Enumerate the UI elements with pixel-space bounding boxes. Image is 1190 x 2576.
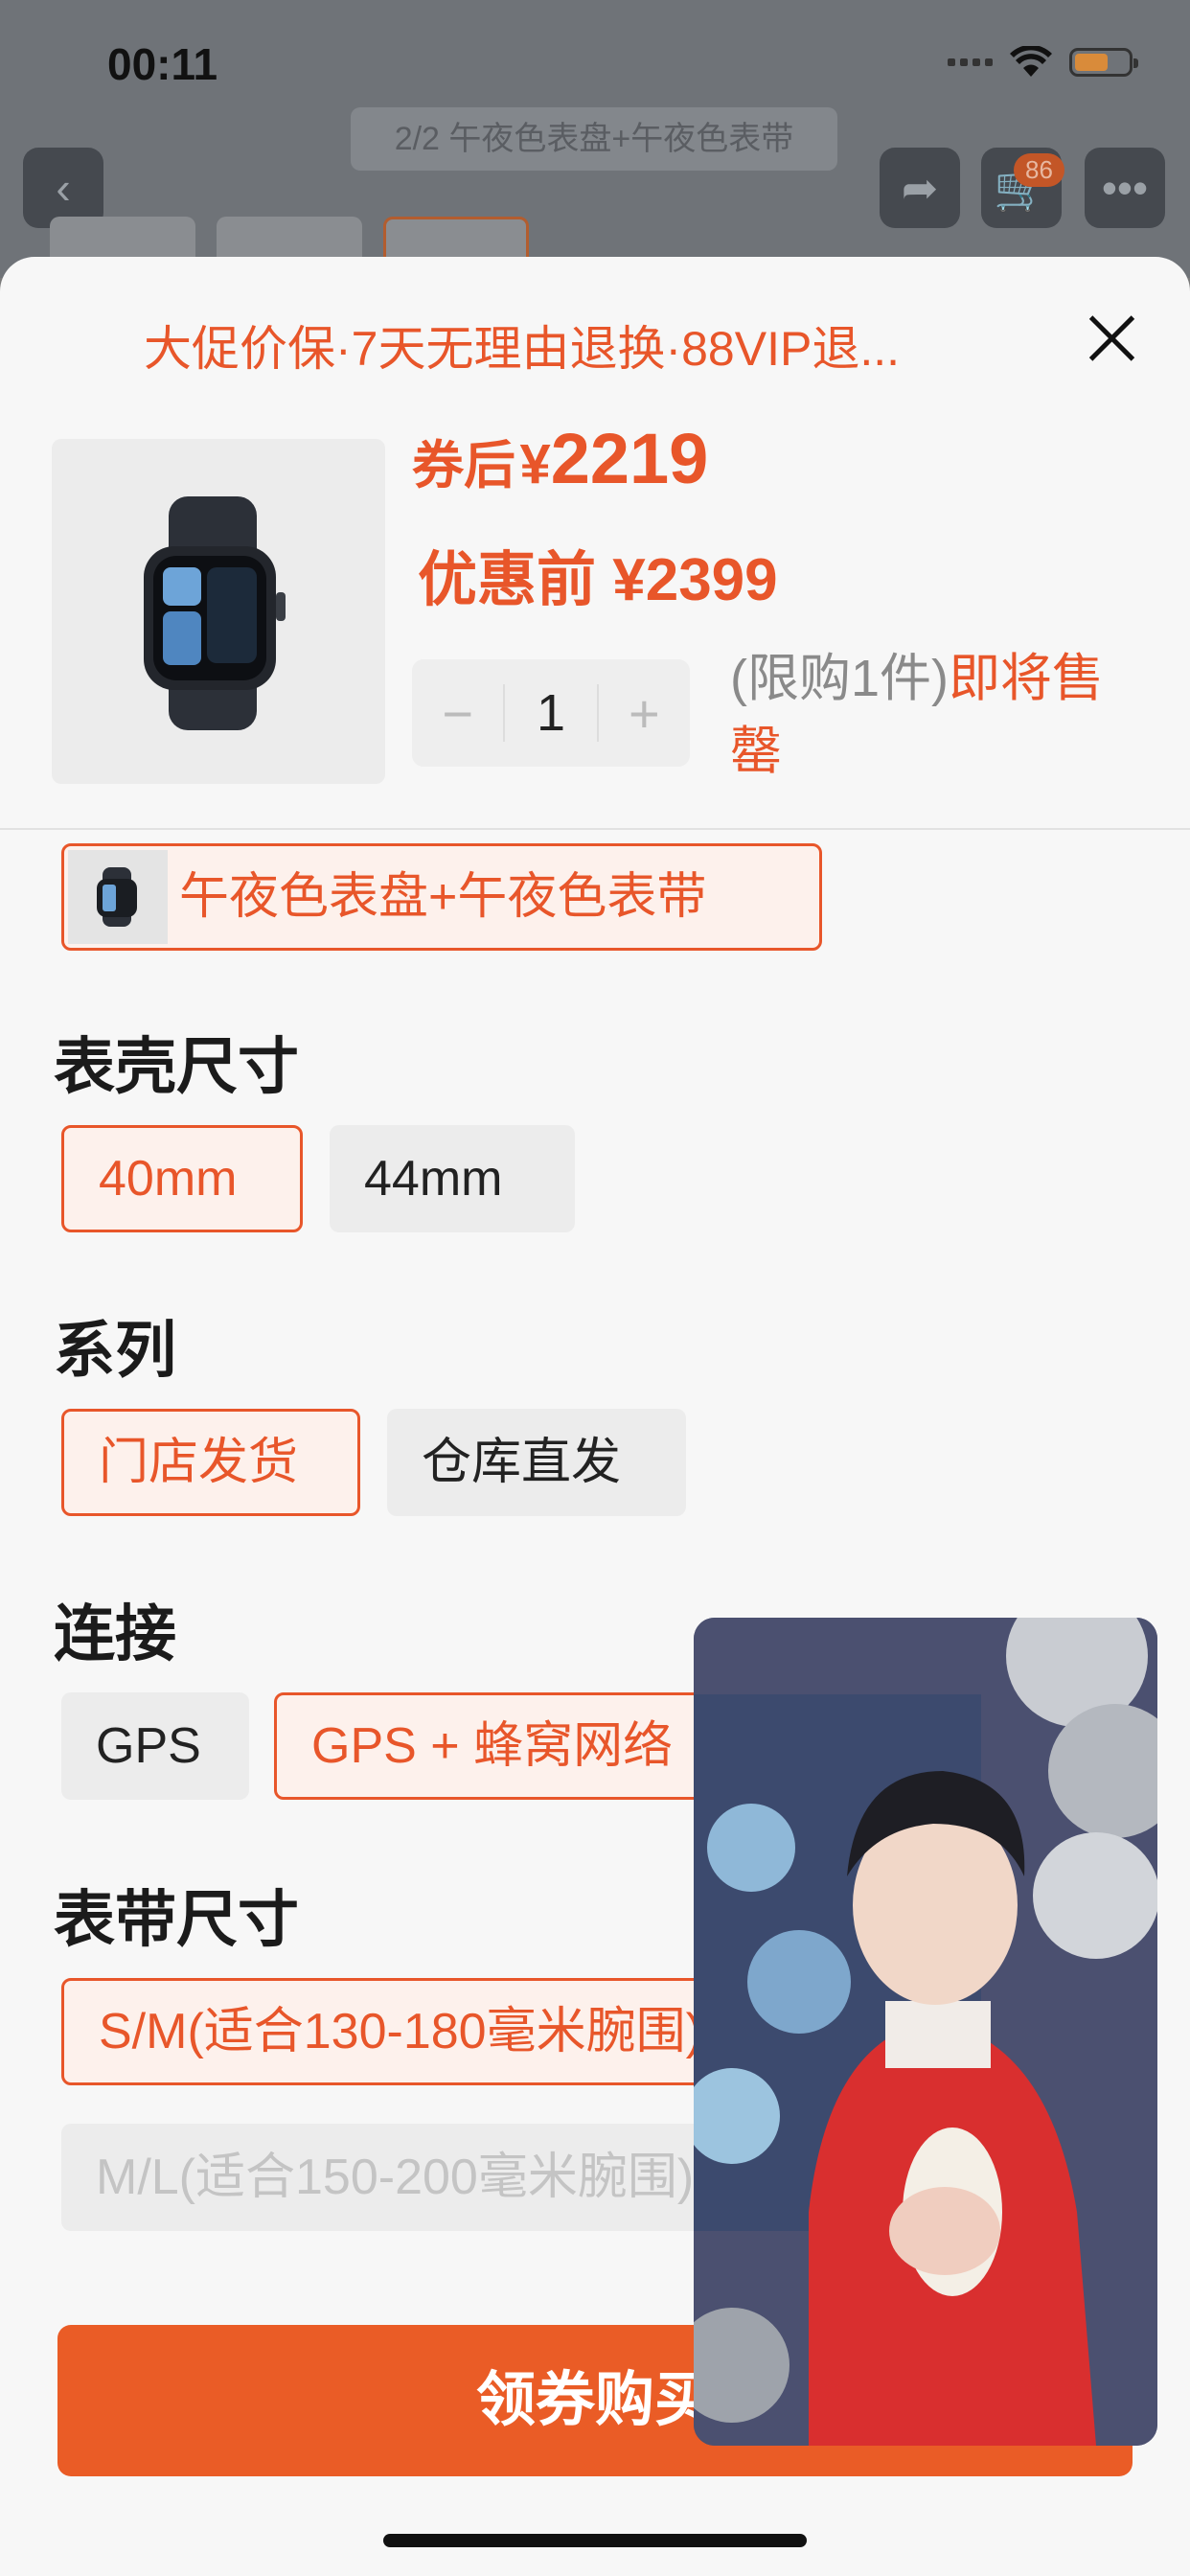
price-after-coupon: 券后 ¥2219 (412, 418, 708, 499)
case-size-option-44mm[interactable]: 44mm (330, 1125, 575, 1232)
battery-icon (1069, 48, 1138, 77)
series-title: 系列 (54, 1316, 176, 1385)
divider (0, 828, 1190, 830)
limit-text: (限购1件) (730, 650, 949, 707)
status-icons (948, 46, 1138, 79)
share-icon[interactable]: ➦ (880, 148, 960, 228)
watch-icon (144, 496, 286, 730)
connectivity-title: 连接 (54, 1599, 176, 1668)
price-value: 2219 (550, 419, 709, 498)
product-image (52, 439, 385, 784)
variant-thumbnail (68, 850, 168, 944)
quantity-stepper: − 1 + (412, 659, 690, 767)
variant-option-selected[interactable]: 午夜色表盘+午夜色表带 (61, 843, 822, 951)
more-icon[interactable]: ••• (1085, 148, 1165, 228)
close-icon[interactable] (1081, 307, 1142, 368)
quantity-value[interactable]: 1 (503, 684, 599, 742)
live-video-window[interactable] (694, 1618, 1157, 2446)
price-label: 券后 (412, 437, 515, 494)
variant-label: 午夜色表盘+午夜色表带 (179, 869, 707, 925)
status-time: 00:11 (107, 39, 218, 89)
case-size-title: 表壳尺寸 (54, 1032, 299, 1101)
home-indicator (383, 2534, 807, 2547)
case-size-option-40mm[interactable]: 40mm (61, 1125, 303, 1232)
series-option-store[interactable]: 门店发货 (61, 1409, 360, 1516)
promo-banner: 大促价保·7天无理由退换·88VIP退... (144, 322, 900, 376)
cart-count-badge: 86 (1014, 153, 1064, 187)
price-symbol: ¥ (519, 433, 551, 495)
signal-icon (948, 58, 993, 66)
quantity-minus-button[interactable]: − (412, 682, 503, 745)
series-option-warehouse[interactable]: 仓库直发 (387, 1409, 686, 1516)
purchase-limit: (限购1件)即将售罄 (730, 642, 1133, 788)
price-before-discount: 优惠前 ¥2399 (418, 547, 778, 613)
quantity-plus-button[interactable]: + (599, 682, 690, 745)
gallery-title: 2/2 午夜色表盘+午夜色表带 (351, 107, 837, 171)
livestream-preview (694, 1618, 1157, 2446)
wifi-icon (1010, 46, 1052, 77)
band-size-title: 表带尺寸 (54, 1885, 299, 1954)
connectivity-option-gps[interactable]: GPS (61, 1692, 249, 1800)
